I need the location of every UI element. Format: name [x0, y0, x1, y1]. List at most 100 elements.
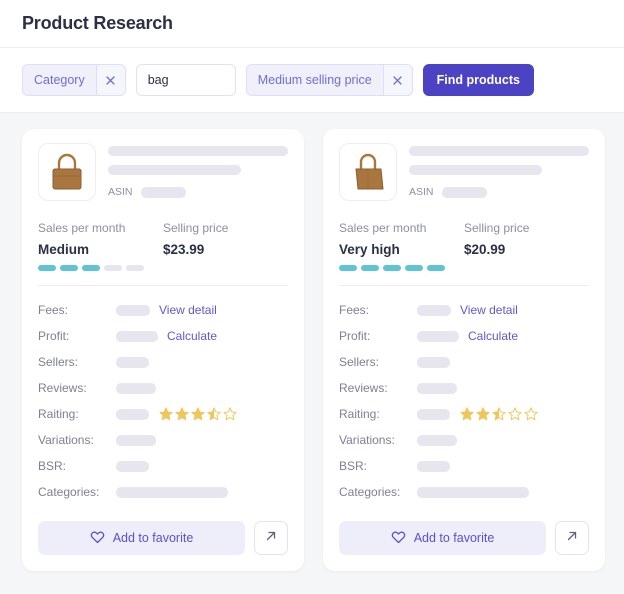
card-footer: Add to favorite: [38, 521, 288, 555]
skeleton-bar: [417, 356, 450, 368]
metric-label: Selling price: [464, 221, 530, 235]
detail-row-variations: Variations:: [339, 427, 589, 453]
detail-row-bsr: BSR:: [339, 453, 589, 479]
card-title-skeleton: ASIN: [108, 143, 288, 201]
star-icon: [492, 407, 506, 421]
product-card[interactable]: ASIN Sales per month Medium Selling pric…: [22, 129, 304, 571]
view-detail-link[interactable]: View detail: [460, 303, 518, 317]
star-icon: [191, 407, 205, 421]
star-icon: [175, 407, 189, 421]
skeleton-bar: [116, 460, 149, 472]
star-icon: [207, 407, 221, 421]
sales-level-bar: [405, 265, 423, 271]
detail-row-bsr: BSR:: [38, 453, 288, 479]
detail-row-fees: Fees: View detail: [339, 297, 589, 323]
card-metrics: Sales per month Medium Selling price $23…: [38, 221, 288, 271]
sales-level-bar: [60, 265, 78, 271]
product-card-list: ASIN Sales per month Medium Selling pric…: [0, 113, 624, 571]
sales-level-indicator: [38, 265, 163, 271]
search-input[interactable]: [135, 64, 236, 96]
skeleton-bar: [116, 356, 149, 368]
detail-row-label: Variations:: [339, 433, 395, 447]
asin-row: ASIN: [108, 186, 288, 198]
detail-row-fees: Fees: View detail: [38, 297, 288, 323]
detail-row-label: Categories:: [339, 485, 401, 499]
skeleton-bar: [116, 304, 150, 316]
sales-level-bar: [427, 265, 445, 271]
detail-row-categories: Categories:: [38, 479, 288, 505]
skeleton-bar: [417, 434, 457, 446]
external-link-icon: [565, 529, 579, 548]
skeleton-bar: [409, 165, 543, 175]
sales-level-indicator: [339, 265, 464, 271]
filter-bar: Category Medium selling price Find produ…: [0, 48, 624, 113]
page-title: Product Research: [22, 13, 173, 33]
sales-level-bar: [383, 265, 401, 271]
metric-value: $20.99: [464, 242, 506, 257]
metric-label: Sales per month: [339, 221, 427, 235]
skeleton-bar: [108, 165, 242, 175]
detail-row-label: BSR:: [38, 459, 67, 473]
filter-chip-category-label: Category: [34, 73, 85, 87]
metric-selling-price: Selling price $20.99: [464, 221, 589, 271]
detail-row-label: Sellers:: [38, 355, 79, 369]
detail-row-label: Profit:: [339, 329, 371, 343]
calculate-link[interactable]: Calculate: [468, 329, 518, 343]
detail-row-label: Profit:: [38, 329, 70, 343]
detail-row-sellers: Sellers:: [38, 349, 288, 375]
skeleton-bar: [417, 382, 457, 394]
view-detail-link[interactable]: View detail: [159, 303, 217, 317]
detail-row-label: Raiting:: [38, 407, 79, 421]
filter-chip-selling-price[interactable]: Medium selling price: [245, 64, 413, 96]
skeleton-bar: [116, 434, 156, 446]
sales-level-bar: [339, 265, 357, 271]
detail-row-label: BSR:: [339, 459, 368, 473]
detail-row-label: Variations:: [38, 433, 94, 447]
detail-row-label: Sellers:: [339, 355, 380, 369]
card-footer: Add to favorite: [339, 521, 589, 555]
open-external-button[interactable]: [555, 521, 589, 555]
skeleton-bar: [116, 330, 158, 342]
skeleton-bar: [417, 460, 450, 472]
close-icon[interactable]: [382, 65, 412, 95]
sales-level-bar: [38, 265, 56, 271]
star-icon: [223, 407, 237, 421]
product-card[interactable]: ASIN Sales per month Very high Selling p…: [323, 129, 605, 571]
detail-row-reviews: Reviews:: [339, 375, 589, 401]
heart-icon: [391, 530, 406, 547]
detail-row-profit: Profit: Calculate: [38, 323, 288, 349]
calculate-link[interactable]: Calculate: [167, 329, 217, 343]
detail-row-raiting: Raiting:: [38, 401, 288, 427]
asin-label: ASIN: [108, 186, 133, 198]
rating-stars: [460, 407, 538, 421]
skeleton-bar: [116, 486, 228, 498]
skeleton-bar: [417, 330, 459, 342]
star-icon: [460, 407, 474, 421]
skeleton-bar: [409, 146, 589, 156]
external-link-icon: [264, 529, 278, 548]
product-thumbnail: [38, 143, 96, 201]
divider: [339, 285, 589, 286]
filter-chip-category[interactable]: Category: [22, 64, 126, 96]
add-to-favorite-button[interactable]: Add to favorite: [38, 521, 245, 555]
heart-icon: [90, 530, 105, 547]
metric-value: Medium: [38, 242, 90, 257]
add-to-favorite-button[interactable]: Add to favorite: [339, 521, 546, 555]
detail-row-label: Reviews:: [339, 381, 388, 395]
close-icon[interactable]: [95, 65, 125, 95]
skeleton-bar: [441, 186, 487, 198]
open-external-button[interactable]: [254, 521, 288, 555]
sales-level-bar: [361, 265, 379, 271]
detail-row-sellers: Sellers:: [339, 349, 589, 375]
skeleton-bar: [116, 408, 149, 420]
star-icon: [159, 407, 173, 421]
metric-sales-per-month: Sales per month Medium: [38, 221, 163, 271]
metric-label: Selling price: [163, 221, 229, 235]
rating-stars: [159, 407, 237, 421]
star-icon: [524, 407, 538, 421]
app-header: Product Research: [0, 0, 624, 48]
find-products-button[interactable]: Find products: [422, 64, 534, 96]
detail-row-label: Fees:: [38, 303, 69, 317]
skeleton-bar: [116, 382, 156, 394]
detail-row-variations: Variations:: [38, 427, 288, 453]
